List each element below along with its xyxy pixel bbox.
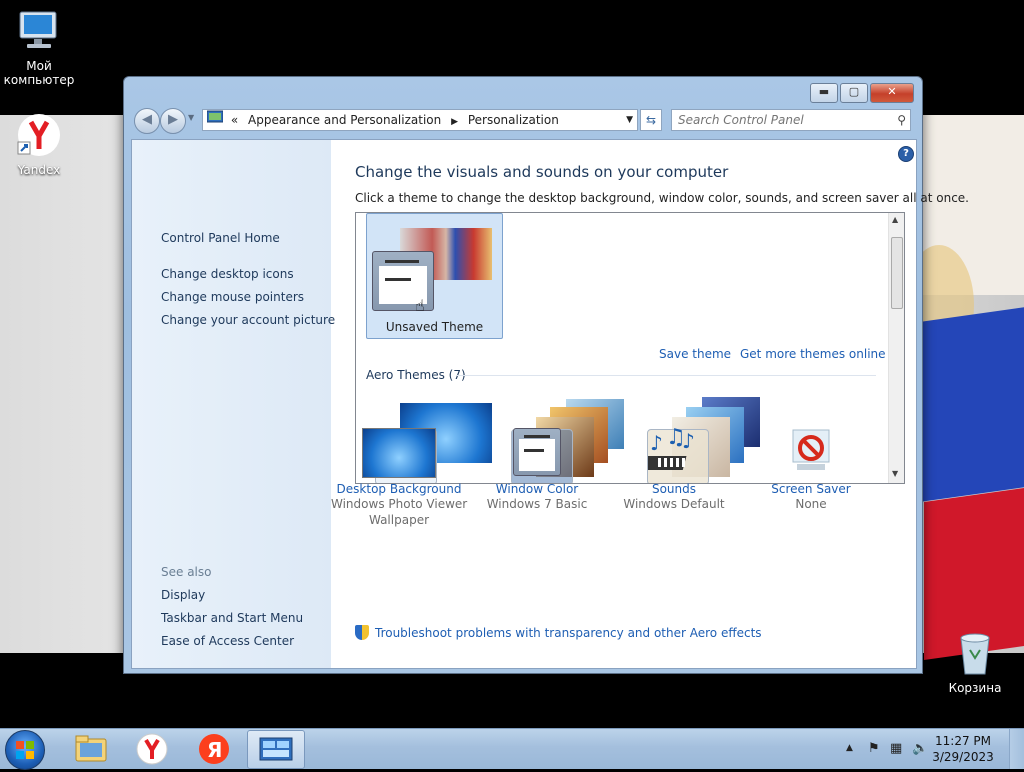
sidebar-link-ease-of-access[interactable]: Ease of Access Center — [161, 634, 294, 648]
search-input[interactable] — [672, 112, 880, 128]
yandex-browser-icon — [0, 112, 78, 161]
network-icon[interactable]: ▦ — [890, 741, 902, 756]
back-button[interactable]: ◀ — [134, 108, 160, 134]
option-subtitle: None — [795, 497, 827, 511]
sounds-icon: ♪ ♫ ♪ — [642, 425, 700, 476]
sidebar-link-account-picture[interactable]: Change your account picture — [161, 313, 335, 327]
more-themes-link[interactable]: Get more themes online — [740, 347, 886, 361]
clock-date: 3/29/2023 — [932, 750, 994, 764]
sidebar-link-display[interactable]: Display — [161, 588, 205, 602]
svg-text:♪: ♪ — [682, 429, 695, 453]
address-bar[interactable]: « Appearance and Personalization ▶ Perso… — [202, 109, 638, 131]
address-dropdown-icon[interactable]: ▼ — [626, 110, 633, 130]
page-title: Change the visuals and sounds on your co… — [355, 163, 729, 181]
start-button[interactable] — [5, 730, 45, 770]
option-title[interactable]: Screen Saver — [743, 482, 879, 496]
yandex-browser-icon — [136, 733, 168, 765]
taskbar: Я ▲ ⚑ ▦ 🔈 11:27 PM 3/29/2023 — [0, 728, 1024, 770]
option-title[interactable]: Sounds — [606, 482, 742, 496]
desktop-icon-computer[interactable]: Мой компьютер — [0, 10, 78, 87]
see-also-heading: See also — [161, 565, 212, 579]
taskbar-control-panel[interactable] — [247, 730, 305, 769]
desktop-icon-label: Мой компьютер — [3, 59, 75, 87]
option-subtitle: Windows Default — [623, 497, 725, 511]
yandex-icon: Я — [199, 734, 229, 764]
action-center-flag-icon[interactable]: ⚑ — [868, 741, 880, 756]
scroll-up-icon[interactable]: ▲ — [892, 215, 898, 224]
address-chevrons[interactable]: « — [231, 113, 238, 127]
show-hidden-icons-icon[interactable]: ▲ — [846, 743, 853, 753]
recycle-bin-icon — [936, 630, 1014, 679]
aero-themes-divider — [456, 375, 876, 376]
theme-list-scrollbar[interactable]: ▲ ▼ — [888, 213, 904, 483]
computer-icon — [0, 10, 78, 57]
search-icon[interactable]: ⚲ — [897, 110, 906, 130]
option-title[interactable]: Window Color — [469, 482, 605, 496]
close-button[interactable]: ✕ — [870, 83, 914, 103]
sidebar-link-desktop-icons[interactable]: Change desktop icons — [161, 267, 294, 281]
theme-tile-unsaved[interactable]: ☝ Unsaved Theme — [366, 213, 503, 339]
main-panel: ? Change the visuals and sounds on your … — [331, 140, 969, 668]
scrollbar-thumb[interactable] — [891, 237, 903, 309]
scroll-down-icon[interactable]: ▼ — [892, 469, 898, 478]
folder-icon — [75, 735, 107, 762]
volume-muted-icon[interactable]: 🔈 — [912, 741, 928, 756]
clock-time: 11:27 PM — [935, 734, 991, 748]
aero-themes-heading: Aero Themes (7) — [366, 368, 466, 382]
svg-text:♪: ♪ — [650, 431, 663, 455]
sidebar-home-link[interactable]: Control Panel Home — [161, 231, 280, 245]
option-subtitle-2: Wallpaper — [368, 513, 430, 527]
option-window-color[interactable]: Window Color Windows 7 Basic — [469, 428, 605, 512]
troubleshoot-link[interactable]: Troubleshoot problems with transparency … — [355, 625, 762, 640]
clock[interactable]: 11:27 PM 3/29/2023 — [928, 733, 998, 765]
option-subtitle: Windows Photo Viewer — [331, 497, 468, 511]
breadcrumb-separator-icon[interactable]: ▶ — [451, 117, 458, 127]
caption-buttons: ▬ ▢ ✕ — [808, 83, 914, 103]
taskbar-explorer[interactable] — [62, 730, 118, 767]
breadcrumb-appearance[interactable]: Appearance and Personalization — [248, 113, 441, 127]
window-color-icon — [513, 428, 561, 476]
minimize-button[interactable]: ▬ — [810, 83, 838, 103]
option-subtitle: Windows 7 Basic — [486, 497, 588, 511]
recent-pages-icon[interactable]: ▼ — [188, 113, 194, 122]
hand-cursor-icon: ☝ — [415, 296, 425, 315]
windows-logo-icon — [16, 741, 34, 759]
help-icon[interactable]: ? — [898, 146, 914, 162]
control-panel-icon — [259, 737, 293, 761]
system-tray: ▲ ⚑ ▦ 🔈 11:27 PM 3/29/2023 — [834, 729, 1024, 769]
sidebar-link-taskbar[interactable]: Taskbar and Start Menu — [161, 611, 303, 625]
page-subtitle: Click a theme to change the desktop back… — [355, 191, 969, 205]
desktop-icon-label: Корзина — [948, 681, 1002, 695]
taskbar-yandex-browser[interactable] — [124, 730, 180, 767]
refresh-button[interactable]: ⇆ — [640, 109, 662, 131]
save-theme-link[interactable]: Save theme — [659, 347, 731, 361]
personalization-window: ▬ ▢ ✕ ◀ ▶ ▼ « Appearance and Personaliza… — [123, 76, 969, 674]
option-desktop-background[interactable]: Desktop Background Windows Photo Viewer … — [331, 428, 467, 528]
maximize-button[interactable]: ▢ — [840, 83, 868, 103]
option-title[interactable]: Desktop Background — [331, 482, 467, 496]
svg-text:Я: Я — [207, 738, 222, 762]
desktop-background-icon — [362, 428, 436, 478]
sidebar-link-mouse-pointers[interactable]: Change mouse pointers — [161, 290, 304, 304]
control-panel-icon — [206, 110, 224, 130]
desktop-icon-recycle-bin[interactable]: Корзина — [936, 630, 1014, 695]
show-desktop-button[interactable] — [1009, 729, 1024, 769]
screen-saver-icon — [787, 428, 835, 476]
taskbar-yandex[interactable]: Я — [186, 730, 242, 767]
desktop-icon-yandex[interactable]: Yandex — [0, 112, 78, 177]
theme-tile-label: Unsaved Theme — [385, 320, 484, 334]
search-box[interactable]: ⚲ — [671, 109, 911, 131]
sidebar: Control Panel Home Change desktop icons … — [132, 140, 335, 668]
navigation-bar: ◀ ▶ ▼ « Appearance and Personalization ▶… — [132, 107, 914, 134]
breadcrumb-personalization[interactable]: Personalization — [468, 113, 559, 127]
desktop-icon-label: Yandex — [17, 163, 61, 177]
shield-icon — [355, 625, 369, 640]
window-content: Control Panel Home Change desktop icons … — [131, 139, 969, 669]
forward-button[interactable]: ▶ — [160, 108, 186, 134]
option-sounds[interactable]: ♪ ♫ ♪ Sounds Windows Default — [606, 425, 742, 512]
troubleshoot-label[interactable]: Troubleshoot problems with transparency … — [375, 626, 762, 640]
option-screen-saver[interactable]: Screen Saver None — [743, 428, 879, 512]
